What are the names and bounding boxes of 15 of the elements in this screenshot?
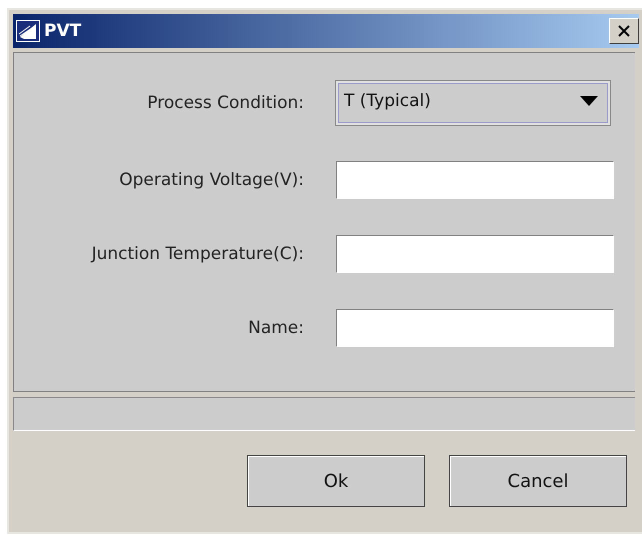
close-button[interactable] [609,18,639,44]
window-title: PVT [44,21,82,41]
dropdown[interactable]: T (Typical) [336,81,610,125]
dialog-button[interactable]: Cancel [449,455,627,507]
field-label: Name: [247,318,305,338]
field-label: Junction Temperature(C): [90,244,305,264]
field-label: Operating Voltage(V): [118,170,305,190]
field-label: Process Condition: [146,93,305,113]
close-icon [617,24,631,38]
app-icon [16,20,40,42]
dialog-button[interactable]: Ok [247,455,425,507]
caret-icon [580,96,598,106]
input-field[interactable] [336,161,614,199]
input-field[interactable] [336,235,614,273]
input-field[interactable] [336,309,614,347]
